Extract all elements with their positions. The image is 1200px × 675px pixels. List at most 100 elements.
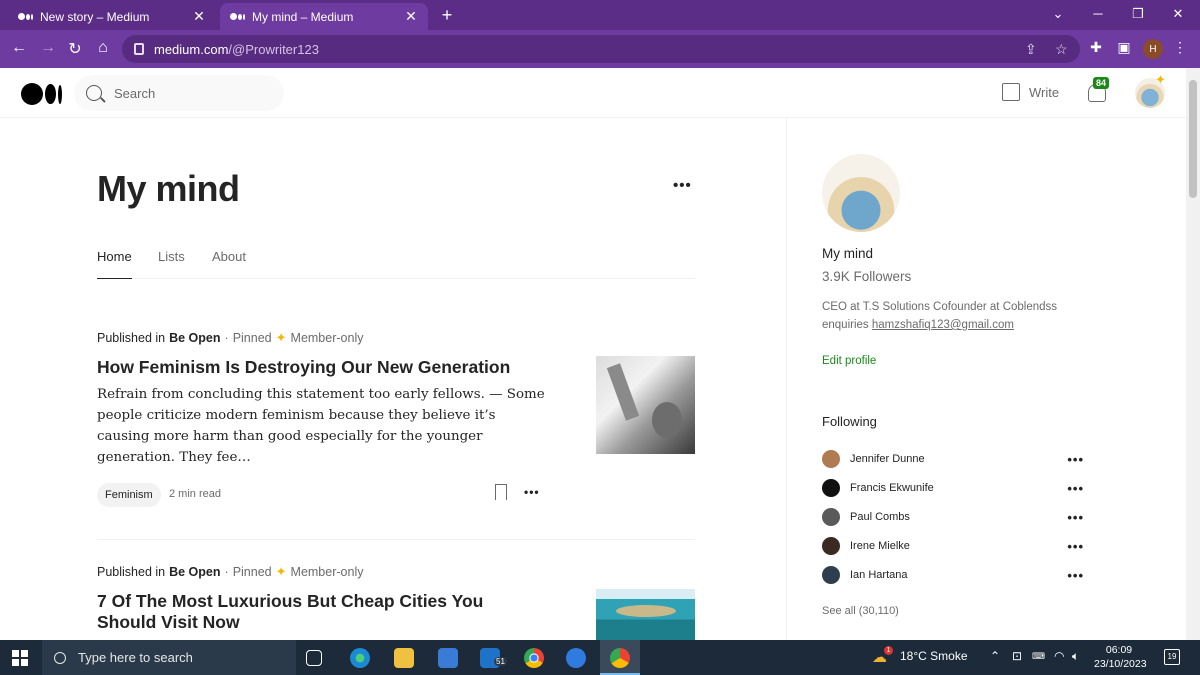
browser-tab-bar: New story – Medium ✕ My mind – Medium ✕ …: [0, 0, 1200, 30]
tab-lists[interactable]: Lists: [158, 249, 185, 264]
article-thumbnail[interactable]: [596, 356, 695, 454]
browser-menu-icon[interactable]: ⋮: [1170, 39, 1190, 56]
microsoft-store-icon[interactable]: [438, 648, 458, 668]
taskbar-search[interactable]: Type here to search: [42, 640, 296, 675]
windows-taskbar: Type here to search 51 ☁ 1 18°C Smoke ⌃ …: [0, 640, 1200, 675]
share-icon[interactable]: ⇪: [1025, 41, 1037, 58]
publication-title: My mind: [97, 168, 240, 209]
volume-icon[interactable]: 🔈︎: [1072, 649, 1079, 664]
home-button[interactable]: ⌂: [93, 39, 113, 57]
following-name[interactable]: Irene Mielke: [850, 540, 1067, 552]
tag-chip[interactable]: Feminism: [97, 483, 161, 507]
publication-avatar[interactable]: [822, 154, 900, 232]
back-button[interactable]: ←: [9, 39, 29, 57]
address-bar[interactable]: medium.com/@Prowriter123 ⇪ ☆: [122, 35, 1080, 63]
clock-time: 06:09: [1105, 644, 1133, 656]
lock-icon: [134, 43, 144, 55]
file-explorer-icon[interactable]: [394, 648, 414, 668]
member-only-label: Member-only: [290, 565, 364, 579]
following-avatar: [822, 508, 840, 526]
write-pencil-icon: [1002, 83, 1020, 101]
page-scrollbar[interactable]: [1186, 68, 1200, 640]
clock-date: 23/10/2023: [1094, 658, 1147, 670]
browser-tab-new-story[interactable]: New story – Medium ✕: [8, 3, 216, 30]
article-more-icon[interactable]: •••: [524, 485, 540, 499]
article-title[interactable]: How Feminism Is Destroying Our New Gener…: [97, 357, 557, 378]
more-options-icon[interactable]: •••: [673, 177, 692, 194]
tab-search-chevron-icon[interactable]: ⌄: [1048, 6, 1068, 22]
article-excerpt[interactable]: Refrain from concluding this statement t…: [97, 384, 552, 468]
browser-profile-avatar[interactable]: H: [1143, 39, 1163, 59]
reload-button[interactable]: ↻: [65, 39, 85, 59]
following-name[interactable]: Paul Combs: [850, 511, 1067, 523]
tray-chevron-icon[interactable]: ⌃: [990, 649, 1000, 663]
weather-badge: 1: [884, 646, 893, 655]
following-avatar: [822, 479, 840, 497]
publication-link[interactable]: Be Open: [169, 565, 220, 579]
minimize-button[interactable]: ─: [1088, 6, 1108, 21]
bookmark-star-icon[interactable]: ☆: [1055, 41, 1068, 58]
windows-start-icon[interactable]: [12, 650, 28, 666]
mail-badge: 51: [494, 657, 507, 666]
active-chrome-task[interactable]: [600, 640, 640, 675]
edge-icon[interactable]: [350, 648, 370, 668]
tab-about[interactable]: About: [212, 249, 246, 264]
following-avatar: [822, 537, 840, 555]
article-thumbnail[interactable]: [596, 589, 695, 640]
restore-button[interactable]: ❐: [1128, 6, 1148, 22]
new-tab-button[interactable]: +: [436, 5, 458, 26]
keyboard-icon[interactable]: ⌨: [1032, 651, 1045, 662]
bookmark-add-icon[interactable]: [495, 484, 507, 500]
browser-tab-my-mind[interactable]: My mind – Medium ✕: [220, 3, 428, 30]
close-tab-icon[interactable]: ✕: [404, 8, 418, 25]
tab-title: My mind – Medium: [252, 9, 354, 24]
publication-link[interactable]: Be Open: [169, 331, 220, 345]
wifi-icon[interactable]: ◠: [1054, 649, 1064, 663]
following-item[interactable]: Jennifer Dunne •••: [822, 449, 1084, 469]
following-item[interactable]: Ian Hartana •••: [822, 565, 1084, 585]
app-icon[interactable]: [566, 648, 586, 668]
following-more-icon[interactable]: •••: [1067, 510, 1084, 525]
notification-center-icon[interactable]: 19: [1164, 649, 1180, 665]
following-more-icon[interactable]: •••: [1067, 539, 1084, 554]
edit-profile-link[interactable]: Edit profile: [822, 355, 876, 367]
following-item[interactable]: Paul Combs •••: [822, 507, 1084, 527]
following-item[interactable]: Francis Ekwunife •••: [822, 478, 1084, 498]
pinned-label: Pinned: [232, 331, 272, 345]
network-icon[interactable]: ⊡: [1012, 649, 1022, 663]
extensions-puzzle-icon[interactable]: ✚: [1086, 39, 1106, 56]
following-more-icon[interactable]: •••: [1067, 481, 1084, 496]
following-name[interactable]: Jennifer Dunne: [850, 453, 1067, 465]
medium-header: Search Write 84 ✦: [0, 68, 1186, 118]
chrome-icon[interactable]: [524, 648, 544, 668]
tab-home[interactable]: Home: [97, 249, 132, 279]
close-tab-icon[interactable]: ✕: [192, 8, 206, 25]
side-panel-icon[interactable]: ▣: [1114, 39, 1134, 56]
medium-page: Search Write 84 ✦ My mind ••• Home Lists…: [0, 68, 1186, 640]
weather-text[interactable]: 18°C Smoke: [900, 649, 968, 663]
see-all-following-link[interactable]: See all (30,110): [822, 605, 899, 617]
following-avatar: [822, 566, 840, 584]
following-name[interactable]: Ian Hartana: [850, 569, 1067, 581]
article-meta: Published in Be Open · Pinned ✦ Member-o…: [97, 564, 364, 579]
search-bar[interactable]: Search: [74, 75, 284, 111]
following-name[interactable]: Francis Ekwunife: [850, 482, 1067, 494]
scrollbar-thumb[interactable]: [1189, 80, 1197, 198]
following-item[interactable]: Irene Mielke •••: [822, 536, 1084, 556]
following-more-icon[interactable]: •••: [1067, 568, 1084, 583]
followers-count[interactable]: 3.9K Followers: [822, 269, 911, 284]
following-more-icon[interactable]: •••: [1067, 452, 1084, 467]
clock[interactable]: 06:09 23/10/2023: [1094, 643, 1147, 671]
tab-title: New story – Medium: [40, 9, 150, 24]
task-view-icon[interactable]: [306, 650, 322, 666]
sidebar-name: My mind: [822, 246, 874, 261]
medium-favicon-icon: [230, 11, 246, 23]
medium-logo[interactable]: [21, 83, 62, 105]
published-in-label: Published in: [97, 565, 166, 579]
article-title[interactable]: 7 Of The Most Luxurious But Cheap Cities…: [97, 591, 537, 633]
bio-email-link[interactable]: hamzshafiq123@gmail.com: [872, 319, 1014, 331]
forward-button[interactable]: →: [38, 39, 58, 57]
column-divider: [786, 118, 787, 640]
write-button[interactable]: Write: [1002, 83, 1059, 101]
close-window-button[interactable]: ✕: [1168, 6, 1188, 22]
